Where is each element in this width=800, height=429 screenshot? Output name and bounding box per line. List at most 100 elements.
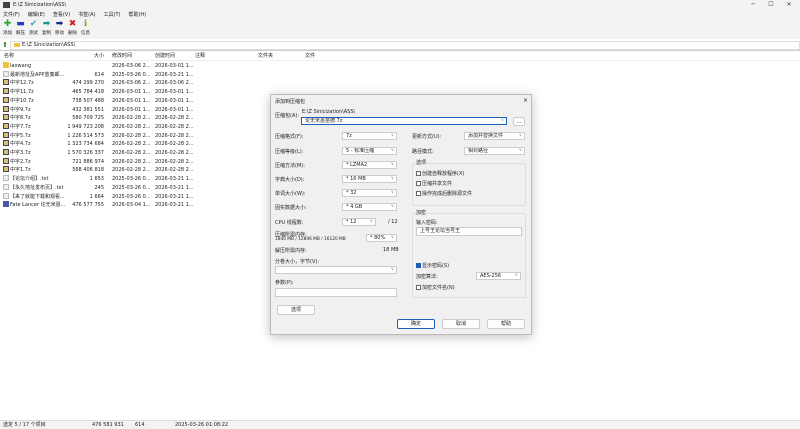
column-header[interactable]: 文件 xyxy=(305,52,315,61)
dialog-close-button[interactable]: × xyxy=(523,97,528,104)
archive-dir: E:\Z Sinicization\ASS\ xyxy=(302,109,356,115)
column-header[interactable]: 文件夹 xyxy=(258,52,273,61)
file-row[interactable]: 中字12.7z 474 299 270 2026-03-06 2... 2026-03… xyxy=(0,79,800,88)
file-size: 465 784 418 xyxy=(72,89,104,96)
file-modified: 2025-03-26 0... xyxy=(112,184,151,191)
enc-method-label: 加密算法: xyxy=(416,274,438,280)
file-modified: 2026-03-01 1... xyxy=(112,89,151,96)
file-row[interactable]: 最新地址及APP蓝奏邮... 614 2025-03-26 0... 2026-03-… xyxy=(0,70,800,80)
toolbar-button-测试[interactable]: ✔ 测试 xyxy=(28,19,39,39)
toolbar-button-删除[interactable]: ✖ 删除 xyxy=(67,19,78,39)
path-label: 路径模式: xyxy=(412,149,434,155)
window-title: E:\Z Sinicization\ASS\ xyxy=(13,2,67,8)
column-header[interactable]: 创建时间 xyxy=(155,52,175,61)
toolbar-label: 解压 xyxy=(16,31,25,36)
file-name-text: 中字11.7z xyxy=(10,89,34,96)
update-select[interactable]: 添加并替换文件 ∨ xyxy=(464,132,525,140)
close-button[interactable]: ✕ xyxy=(780,0,798,10)
method-label: 压缩方法(M): xyxy=(275,163,305,169)
column-header[interactable]: 大小 xyxy=(60,52,104,61)
column-header[interactable]: 注释 xyxy=(195,52,205,61)
file-created: 2026-03-06 2... xyxy=(155,80,194,87)
menu-item[interactable]: 查看(V) xyxy=(53,11,70,18)
menu-item[interactable]: 文件(F) xyxy=(3,11,20,18)
add-to-archive-dialog: 添加到压缩包 × 压缩包(A): E:\Z Sinicization\ASS\ … xyxy=(270,94,532,335)
word-select[interactable]: * 32 ∨ xyxy=(342,189,397,197)
text-file-icon xyxy=(3,175,9,182)
file-name-text: 中字9.7z xyxy=(10,106,31,113)
minimize-button[interactable]: ─ xyxy=(744,0,762,10)
file-modified: 2026-03-01 1... xyxy=(112,106,151,113)
encrypt-names-checkbox[interactable]: 加密文件名(N) xyxy=(416,284,455,291)
file-modified: 2025-03-26 0... xyxy=(112,176,151,183)
path-select[interactable]: 相对路径 ∨ xyxy=(464,147,525,155)
file-modified: 2026-02-28 2... xyxy=(112,141,151,148)
file-size: 1 949 723 208 xyxy=(67,123,104,130)
options-button[interactable]: 选项 xyxy=(277,305,315,315)
mem-detail: 1840 MB / 12896 MB / 16120 MB xyxy=(275,237,346,242)
solid-select[interactable]: * 4 GB ∨ xyxy=(342,203,397,211)
text-file-icon xyxy=(3,70,9,77)
dict-select[interactable]: * 16 MB ∨ xyxy=(342,175,397,183)
cancel-button[interactable]: 取消 xyxy=(442,319,480,329)
format-select[interactable]: 7z ∨ xyxy=(342,132,397,140)
address-bar: ⬆ E:\Z Sinicization\ASS\ xyxy=(0,40,800,51)
menu-item[interactable]: 书签(A) xyxy=(78,11,95,18)
level-select[interactable]: 5 - 标准压缩 ∨ xyxy=(342,147,397,155)
file-name-text: 最新地址及APP蓝奏邮... xyxy=(10,71,65,78)
address-input[interactable]: E:\Z Sinicization\ASS\ xyxy=(10,40,800,50)
enc-method-select[interactable]: AES-256 ∨ xyxy=(476,272,521,280)
shared-checkbox[interactable]: 压缩共享文件 xyxy=(416,180,452,187)
mem-pct-select[interactable]: * 80% ∨ xyxy=(366,234,397,242)
ok-button[interactable]: 确定 xyxy=(397,319,435,329)
method-select[interactable]: * LZMA2 ∨ xyxy=(342,161,397,169)
file-name-text: laowang xyxy=(10,63,32,69)
archive-icon xyxy=(3,114,9,121)
check-icon: ✔ xyxy=(29,19,38,29)
toolbar-label: 复制 xyxy=(42,31,51,36)
params-input[interactable] xyxy=(275,288,397,297)
file-created: 2026-03-21 1... xyxy=(155,71,194,78)
archive-icon xyxy=(3,88,9,95)
update-label: 更新方式(U): xyxy=(412,134,442,140)
file-created: 2026-03-01 1... xyxy=(155,63,194,69)
file-created: 2026-03-21 1... xyxy=(155,193,194,200)
split-select[interactable]: ∨ xyxy=(275,266,397,274)
file-name-text: 中字1.7z xyxy=(10,167,31,174)
archive-name-combo[interactable]: 论无米恳苗德.7z ∨ xyxy=(301,117,507,125)
toolbar-button-移动[interactable]: ➡ 移动 xyxy=(54,19,65,39)
help-button[interactable]: 帮助 xyxy=(487,319,525,329)
file-modified: 2026-02-28 2... xyxy=(112,167,151,174)
file-created: 2026-03-21 1... xyxy=(155,184,194,191)
sfx-checkbox[interactable]: 创建自释放程序(X) xyxy=(416,170,464,177)
file-created: 2026-02-28 2... xyxy=(155,115,194,122)
cpu-select[interactable]: * 12 ∨ xyxy=(342,218,376,226)
decomp-value: 18 MB xyxy=(383,247,399,253)
toolbar-button-解压[interactable]: ▬ 解压 xyxy=(15,19,26,39)
column-header[interactable]: 修改时间 xyxy=(112,52,132,61)
maximize-button[interactable]: ☐ xyxy=(762,0,780,10)
password-input[interactable]: 上号王论坛当号王 xyxy=(416,227,522,236)
x-icon: ✖ xyxy=(68,19,77,29)
menu-item[interactable]: 帮助(H) xyxy=(128,11,146,18)
column-header[interactable]: 名称 xyxy=(4,52,14,61)
browse-button[interactable]: ... xyxy=(513,117,525,126)
up-folder-icon[interactable]: ⬆ xyxy=(0,41,10,49)
encryption-group-label: 加密 xyxy=(416,209,427,216)
file-name-text: 中字5.7z xyxy=(10,132,31,139)
file-name-text: 中字8.7z xyxy=(10,115,31,122)
file-row[interactable]: laowang 2026-03-06 2... 2026-03-01 1... xyxy=(0,62,800,71)
toolbar-label: 添加 xyxy=(3,31,12,36)
menu-item[interactable]: 编辑(E) xyxy=(28,11,45,18)
toolbar-button-复制[interactable]: ➡ 复制 xyxy=(41,19,52,39)
show-password-checkbox[interactable]: 显示密码(S) xyxy=(416,262,449,269)
toolbar-button-信息[interactable]: ℹ 信息 xyxy=(80,19,91,39)
delete-source-checkbox[interactable]: 操作完成后删除源文件 xyxy=(416,190,472,197)
file-modified: 2025-03-26 0... xyxy=(112,71,151,78)
toolbar-label: 删除 xyxy=(68,31,77,36)
toolbar-button-添加[interactable]: ✚ 添加 xyxy=(2,19,13,39)
file-created: 2026-03-01 1... xyxy=(155,106,194,113)
file-name-text: 中字4.7z xyxy=(10,141,31,148)
file-size: 476 577 755 xyxy=(72,202,104,209)
menu-item[interactable]: 工具(T) xyxy=(104,11,121,18)
